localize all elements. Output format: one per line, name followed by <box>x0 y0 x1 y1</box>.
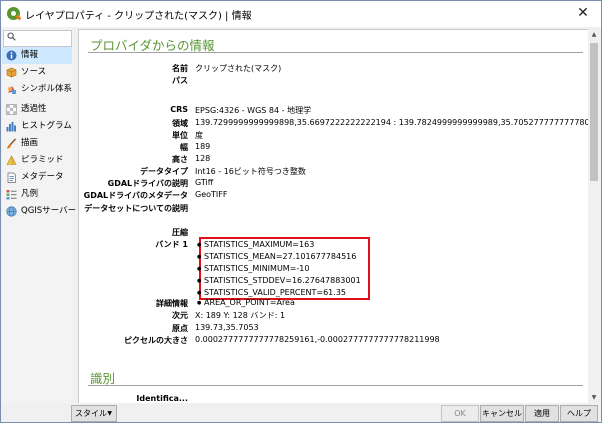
unit-label: 単位 <box>172 131 188 140</box>
height-label: 高さ <box>172 155 188 164</box>
panel-scrollbar[interactable]: ▲ ▼ <box>588 29 600 404</box>
sidebar-item-label: QGISサーバー <box>21 206 77 216</box>
band1-statistics-maximum: STATISTICS_MAXIMUM=163 <box>197 240 314 249</box>
sidebar-item-label: 凡例 <box>21 189 39 199</box>
apply-button[interactable]: 適用 <box>525 405 559 422</box>
dimensions-value: X: 189 Y: 128 バンド: 1 <box>195 311 286 320</box>
sidebar-item-rendering[interactable]: 描画 <box>2 135 72 152</box>
search-icon <box>7 32 16 44</box>
extent-label: 領域 <box>172 119 188 128</box>
sidebar-item-qgis-server[interactable]: QGISサーバー <box>2 203 76 220</box>
sidebar-item-transparency[interactable]: 透過性 <box>2 101 72 118</box>
qgis-server-icon <box>6 206 17 217</box>
section-divider <box>88 385 583 386</box>
help-button[interactable]: ヘルプ <box>560 405 598 422</box>
legend-icon <box>6 189 17 200</box>
close-button[interactable]: ✕ <box>569 3 597 23</box>
sidebar: 情報 ソース シンボル体系 透過性 ヒストグラム 描画 ピラミッド メタデータ … <box>2 27 76 404</box>
compression-label: 圧縮 <box>172 228 188 237</box>
ok-button[interactable]: OK <box>441 405 479 422</box>
qgis-logo-icon <box>7 7 20 20</box>
origin-label: 原点 <box>172 324 188 333</box>
path-label: パス <box>172 76 188 85</box>
sidebar-item-label: 描画 <box>21 138 39 148</box>
style-button-label: スタイル <box>75 409 107 418</box>
layer-properties-window: レイヤプロパティ - クリップされた(マスク) | 情報 ✕ 情報 ソース シン… <box>0 0 602 423</box>
pixel-size-value: 0.0002777777777778259161,-0.000277777777… <box>195 335 440 344</box>
cancel-button[interactable]: キャンセル <box>480 405 524 422</box>
name-value: クリップされた(マスク) <box>195 64 282 73</box>
sidebar-item-label: 情報 <box>21 50 39 60</box>
section-divider <box>88 52 583 53</box>
sidebar-search-input[interactable] <box>3 30 72 47</box>
dialog-button-bar: スタイル ▼ OK キャンセル 適用 ヘルプ <box>1 403 601 422</box>
width-value: 189 <box>195 142 211 151</box>
rendering-icon <box>6 138 17 149</box>
width-label: 幅 <box>180 143 188 152</box>
pyramids-icon <box>6 155 17 166</box>
sidebar-item-histogram[interactable]: ヒストグラム <box>2 118 72 135</box>
details-value: AREA_OR_POINT=Area <box>197 298 295 307</box>
identification-label: Identifica... <box>136 394 188 403</box>
band1-label: バンド 1 <box>155 240 188 249</box>
sidebar-item-pyramids[interactable]: ピラミッド <box>2 152 72 169</box>
sidebar-item-label: ピラミッド <box>21 155 64 165</box>
source-icon <box>6 67 17 78</box>
band1-statistics-mean: STATISTICS_MEAN=27.101677784516 <box>197 252 356 261</box>
info-icon <box>6 50 17 61</box>
scroll-thumb[interactable] <box>590 43 598 181</box>
unit-value: 度 <box>195 131 203 140</box>
scroll-up-arrow-icon[interactable]: ▲ <box>588 29 600 41</box>
chevron-down-icon: ▼ <box>107 410 112 417</box>
window-title: レイヤプロパティ - クリップされた(マスク) | 情報 <box>25 11 252 22</box>
sidebar-item-information[interactable]: 情報 <box>2 47 72 64</box>
origin-value: 139.73,35.7053 <box>195 323 259 332</box>
name-label: 名前 <box>172 64 188 73</box>
gdal-driver-metadata-label: GDALドライバのメタデータ <box>83 191 188 200</box>
histogram-icon <box>6 121 17 132</box>
symbology-icon <box>6 84 17 95</box>
height-value: 128 <box>195 154 211 163</box>
sidebar-item-label: 透過性 <box>21 104 47 114</box>
datatype-value: Int16 - 16ビット符号つき整数 <box>195 167 306 176</box>
sidebar-item-source[interactable]: ソース <box>2 64 72 81</box>
metadata-icon <box>6 172 17 183</box>
transparency-icon <box>6 104 17 115</box>
sidebar-item-label: ヒストグラム <box>21 121 72 131</box>
extent-value: 139.7299999999999898,35.6697222222222194… <box>195 118 589 127</box>
details-label: 詳細情報 <box>156 299 188 308</box>
band1-statistics-valid-percent: STATISTICS_VALID_PERCENT=61.35 <box>197 288 346 297</box>
dataset-description-label: データセットについての説明 <box>84 204 188 213</box>
information-panel: プロバイダからの情報 名前 クリップされた(マスク) パス CRS EPSG:4… <box>78 29 589 404</box>
title-bar: レイヤプロパティ - クリップされた(マスク) | 情報 ✕ <box>1 1 601 27</box>
sidebar-item-legend[interactable]: 凡例 <box>2 186 72 203</box>
sidebar-item-label: ソース <box>21 67 47 77</box>
gdal-driver-description-value: GTiff <box>195 178 214 187</box>
gdal-driver-description-label: GDALドライバの説明 <box>107 179 188 188</box>
sidebar-item-metadata[interactable]: メタデータ <box>2 169 72 186</box>
pixel-size-label: ピクセルの大きさ <box>124 336 188 345</box>
datatype-label: データタイプ <box>140 167 188 176</box>
sidebar-item-label: メタデータ <box>21 172 64 182</box>
style-dropdown-button[interactable]: スタイル ▼ <box>71 405 117 422</box>
sidebar-item-label: シンボル体系 <box>21 84 73 94</box>
sidebar-item-symbology[interactable]: シンボル体系 <box>2 81 72 98</box>
band1-statistics-stddev: STATISTICS_STDDEV=16.27647883001 <box>197 276 361 285</box>
band1-statistics-minimum: STATISTICS_MINIMUM=-10 <box>197 264 310 273</box>
dimensions-label: 次元 <box>172 311 188 320</box>
crs-label: CRS <box>170 105 188 114</box>
gdal-driver-metadata-value: GeoTIFF <box>195 190 228 199</box>
crs-value: EPSG:4326 - WGS 84 - 地理学 <box>195 106 312 115</box>
